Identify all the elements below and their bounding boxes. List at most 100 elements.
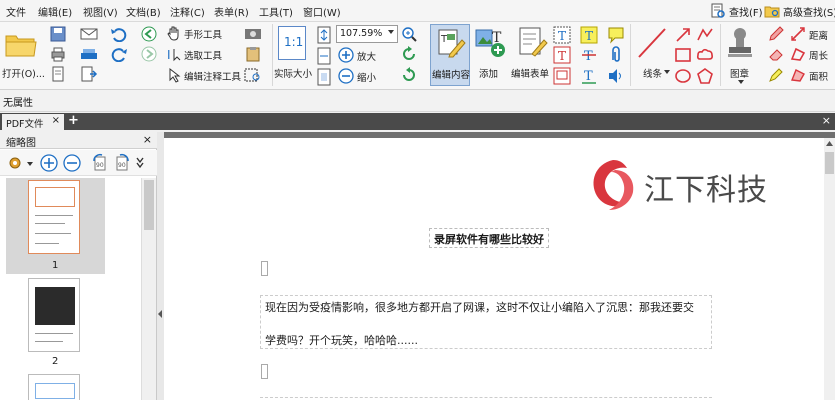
undo-icon[interactable] — [110, 26, 128, 42]
paragraph-box[interactable]: 现在因为受疫情影响，很多地方都开启了网课，这时不仅让小编陷入了沉思：那我还要交 … — [260, 295, 712, 349]
perimeter-button[interactable]: 周长 — [809, 48, 828, 62]
menu-comment[interactable]: 注释(C) — [170, 4, 205, 19]
enlarge-thumbnail-icon[interactable] — [40, 154, 58, 172]
menu-tools[interactable]: 工具(T) — [259, 4, 293, 19]
zoom-in-button[interactable]: 放大 — [357, 49, 376, 63]
thumbnail-page-2[interactable] — [28, 278, 80, 352]
thumbnail-scrollbar[interactable] — [141, 178, 156, 400]
thumbnail-text-line — [35, 223, 65, 224]
empty-text-block[interactable] — [261, 261, 268, 276]
empty-text-block[interactable] — [261, 364, 268, 379]
ellipse-icon[interactable] — [674, 67, 692, 85]
email-icon[interactable] — [80, 26, 98, 42]
rectangle-icon[interactable] — [674, 46, 692, 64]
clipboard-icon[interactable] — [244, 46, 262, 62]
document-scrollbar[interactable] — [824, 138, 835, 400]
edit-content-button[interactable]: T 编辑内容 — [430, 24, 470, 86]
callout-icon[interactable] — [553, 67, 571, 85]
forward-icon[interactable] — [141, 46, 157, 62]
typewriter-icon[interactable]: T — [553, 26, 571, 44]
chevron-down-icon[interactable] — [737, 78, 745, 86]
chevron-down-icon[interactable] — [663, 68, 671, 76]
redo-icon[interactable] — [110, 46, 128, 62]
new-document-icon[interactable] — [50, 66, 66, 82]
textbox-icon[interactable]: T — [553, 46, 571, 64]
print-icon[interactable] — [50, 46, 66, 62]
strikeout-icon[interactable]: T — [580, 46, 598, 64]
fit-visible-icon[interactable] — [316, 68, 332, 86]
area-button[interactable]: 面积 — [809, 69, 828, 83]
polygon-icon[interactable] — [696, 67, 714, 85]
edit-form-icon[interactable] — [516, 26, 548, 58]
zoom-dropdown-icon[interactable] — [388, 30, 394, 34]
scroll-up-icon[interactable] — [826, 141, 833, 147]
hand-tool[interactable]: 手形工具 — [184, 27, 222, 41]
attach-file-icon[interactable] — [607, 46, 625, 64]
rotate-right-90-icon[interactable]: 90 — [112, 153, 132, 173]
panel-splitter[interactable] — [157, 132, 164, 400]
menu-edit[interactable]: 编辑(E) — [38, 4, 72, 19]
stamp-icon[interactable] — [725, 25, 755, 61]
export-icon[interactable] — [80, 66, 98, 82]
arrow-icon[interactable] — [674, 26, 692, 44]
document-title-box[interactable]: 录屏软件有哪些比较好 — [429, 228, 549, 248]
edit-annotation-tool[interactable]: 编辑注释工具 — [184, 69, 241, 83]
back-icon[interactable] — [141, 26, 157, 42]
pdf-page[interactable]: 江下科技 录屏软件有哪些比较好 现在因为受疫情影响，很多地方都开启了网课，这时不… — [164, 138, 824, 400]
scan-icon[interactable] — [80, 46, 98, 62]
more-options-icon[interactable] — [136, 156, 144, 170]
add-button[interactable]: 添加 — [479, 66, 498, 80]
sound-icon[interactable] — [607, 67, 625, 85]
tab-pdf-file[interactable]: PDF文件 × — [2, 114, 64, 130]
eraser-icon[interactable] — [768, 46, 784, 62]
collapse-arrow-icon[interactable] — [158, 310, 163, 318]
panel-close-icon[interactable]: × — [143, 133, 152, 146]
menu-window[interactable]: 窗口(W) — [303, 4, 341, 19]
zoom-input[interactable]: 107.59% — [336, 25, 398, 43]
open-button[interactable] — [4, 28, 38, 68]
zoom-tool-icon[interactable] — [244, 67, 262, 83]
menu-file[interactable]: 文件 — [6, 4, 26, 19]
scrollbar-thumb[interactable] — [825, 152, 834, 174]
edit-form-button[interactable]: 编辑表单 — [511, 66, 549, 80]
magnifier-icon[interactable] — [401, 26, 417, 42]
pencil-icon[interactable] — [768, 26, 784, 42]
zoom-out-button[interactable]: 缩小 — [357, 70, 376, 84]
snapshot-icon[interactable] — [244, 25, 262, 41]
fit-width-icon[interactable] — [316, 47, 332, 65]
new-tab-icon[interactable]: + — [68, 113, 79, 128]
add-content-icon[interactable]: T — [474, 26, 506, 58]
find-button[interactable]: 查找(F) — [710, 2, 763, 20]
lines-button[interactable]: 线条 — [643, 66, 662, 80]
options-gear-icon[interactable] — [6, 154, 24, 172]
fit-page-icon[interactable] — [316, 26, 332, 44]
menu-document[interactable]: 文档(B) — [126, 4, 161, 19]
edit-annotation-icon — [169, 67, 181, 83]
highlight-area-icon[interactable] — [768, 67, 784, 83]
rotate-ccw-icon[interactable] — [401, 67, 417, 83]
rotate-cw-icon[interactable] — [401, 46, 417, 62]
distance-button[interactable]: 距离 — [809, 28, 828, 42]
cloud-icon[interactable] — [696, 46, 714, 64]
thumbnail-page-1[interactable] — [28, 180, 80, 254]
tab-close-icon[interactable]: × — [52, 115, 60, 126]
select-tool[interactable]: 选取工具 — [184, 48, 222, 62]
close-document-icon[interactable]: × — [822, 114, 831, 127]
save-icon[interactable] — [50, 26, 66, 42]
reduce-thumbnail-icon[interactable] — [63, 154, 81, 172]
actual-size-button[interactable]: 1:1 — [278, 26, 306, 60]
underline-icon[interactable]: T — [580, 67, 598, 85]
next-paragraph-box[interactable] — [260, 397, 712, 398]
svg-text:T: T — [584, 49, 593, 64]
rotate-left-90-icon[interactable]: 90 — [90, 153, 110, 173]
scrollbar-thumb[interactable] — [144, 180, 154, 230]
text-highlight-icon[interactable]: T — [580, 26, 598, 44]
note-icon[interactable] — [607, 26, 625, 44]
polyline-icon[interactable] — [696, 26, 714, 44]
menu-view[interactable]: 视图(V) — [83, 4, 118, 19]
chevron-down-icon[interactable] — [27, 161, 33, 167]
advanced-find-button[interactable]: 高级查找(S) — [764, 2, 835, 20]
thumbnail-page-3[interactable] — [28, 374, 80, 400]
line-icon[interactable] — [636, 26, 668, 60]
menu-form[interactable]: 表单(R) — [214, 4, 249, 19]
